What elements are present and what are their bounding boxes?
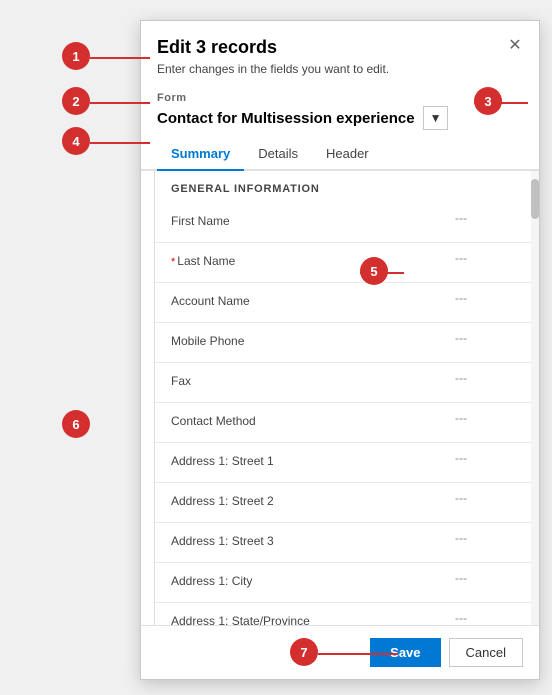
field-label: Address 1: Street 3 [171,531,455,550]
annotation-4: 4 [62,127,90,155]
field-label: Address 1: Street 1 [171,451,455,470]
content-area: GENERAL INFORMATION First Name---*Last N… [141,171,539,625]
annotation-3: 3 [474,87,502,115]
field-row: Address 1: Street 2--- [155,483,531,523]
dialog-header: Edit 3 records Enter changes in the fiel… [141,21,539,84]
required-indicator: * [171,256,175,268]
arrow-7 [318,653,398,655]
tab-header[interactable]: Header [312,138,383,171]
dialog-title: Edit 3 records [157,37,523,58]
field-row: Mobile Phone--- [155,323,531,363]
annotation-7: 7 [290,638,318,666]
field-row: *Last Name--- [155,243,531,283]
field-value: --- [455,291,515,305]
field-row: Contact Method--- [155,403,531,443]
left-border-bar [141,171,155,625]
field-value: --- [455,451,515,465]
field-label: Mobile Phone [171,331,455,350]
field-row: Address 1: Street 3--- [155,523,531,563]
field-label: Contact Method [171,411,455,430]
arrow-4 [90,142,150,144]
field-row: First Name--- [155,203,531,243]
scrollbar-thumb[interactable] [531,179,539,219]
field-label: *Last Name [171,251,455,270]
section-title: GENERAL INFORMATION [155,171,531,203]
field-value: --- [455,251,515,265]
field-row: Address 1: Street 1--- [155,443,531,483]
field-value: --- [455,571,515,585]
field-row: Address 1: City--- [155,563,531,603]
arrow-2 [90,102,150,104]
cancel-button[interactable]: Cancel [449,638,523,667]
close-button[interactable]: ✕ [503,33,527,57]
form-selector-button[interactable]: ▼ [423,106,449,130]
field-value: --- [455,531,515,545]
field-value: --- [455,371,515,385]
annotation-6: 6 [62,410,90,438]
field-value: --- [455,331,515,345]
form-name: Contact for Multisession experience [157,110,415,127]
field-label: Address 1: Street 2 [171,491,455,510]
annotation-1: 1 [62,42,90,70]
field-row: Fax--- [155,363,531,403]
field-label: Address 1: State/Province [171,611,455,625]
fields-container: First Name---*Last Name---Account Name--… [155,203,531,625]
annotation-5: 5 [360,257,388,285]
main-content: GENERAL INFORMATION First Name---*Last N… [155,171,531,625]
field-row: Address 1: State/Province--- [155,603,531,625]
field-row: Account Name--- [155,283,531,323]
scrollbar-track[interactable] [531,171,539,625]
field-value: --- [455,611,515,625]
tab-details[interactable]: Details [244,138,312,171]
field-label: Fax [171,371,455,390]
tabs-row: Summary Details Header [141,138,539,171]
annotation-2: 2 [62,87,90,115]
dialog-footer: Save Cancel [141,625,539,679]
field-label: Address 1: City [171,571,455,590]
tab-summary[interactable]: Summary [157,138,244,171]
field-label: Account Name [171,291,455,310]
form-label: Form [157,92,187,104]
arrow-1 [90,57,150,59]
field-value: --- [455,491,515,505]
field-value: --- [455,211,515,225]
field-value: --- [455,411,515,425]
edit-dialog: Edit 3 records Enter changes in the fiel… [140,20,540,680]
field-label: First Name [171,211,455,230]
dialog-subtitle: Enter changes in the fields you want to … [157,62,523,76]
